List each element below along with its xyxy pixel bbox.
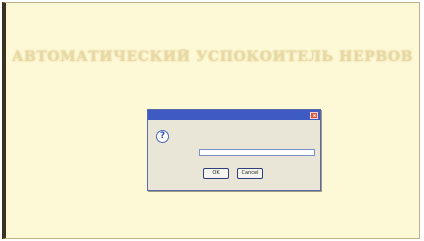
question-icon: ? <box>156 130 169 143</box>
close-icon[interactable] <box>310 111 318 119</box>
headline-title: АВТОМАТИЧЕСКИЙ УСПОКОИТЕЛЬ НЕРВОВ <box>11 49 414 65</box>
cancel-button[interactable]: Cancel <box>237 168 263 179</box>
dialog-input-field[interactable] <box>199 149 315 156</box>
app-screen: АВТОМАТИЧЕСКИЙ УСПОКОИТЕЛЬ НЕРВОВ ? OK C… <box>2 2 420 239</box>
dialog-titlebar[interactable] <box>148 110 320 120</box>
input-dialog: ? OK Cancel <box>147 109 321 191</box>
ok-button[interactable]: OK <box>203 168 229 179</box>
